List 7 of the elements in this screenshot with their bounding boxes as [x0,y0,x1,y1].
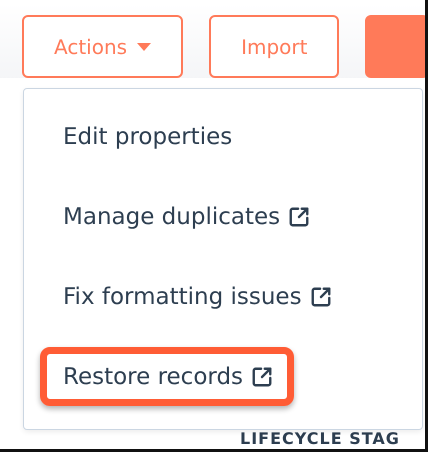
caret-icon [137,42,152,50]
primary-button[interactable] [365,15,425,78]
menu-item[interactable]: Restore records [40,347,294,406]
column-header: LIFECYCLE STAG [240,429,401,449]
menu-item[interactable]: Edit properties [40,107,254,166]
menu-item[interactable]: Fix formatting issues [40,267,353,326]
menu-item[interactable]: Manage duplicates [40,187,332,246]
